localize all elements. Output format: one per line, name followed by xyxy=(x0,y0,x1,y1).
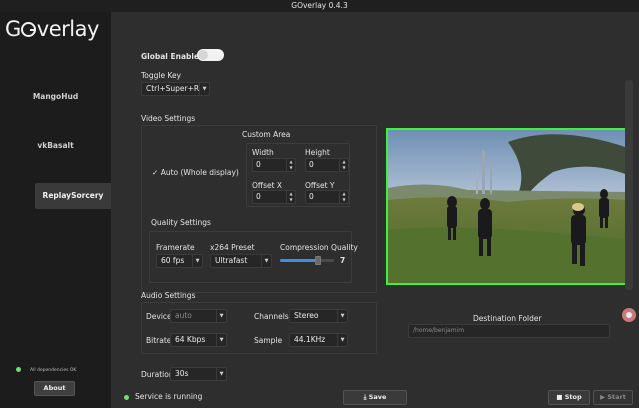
quality-settings-title: Quality Settings xyxy=(151,218,211,227)
start-button[interactable]: ▶ Start xyxy=(593,390,633,405)
save-icon: ⤓ xyxy=(363,393,367,401)
preset-label: x264 Preset xyxy=(210,243,255,252)
compression-slider[interactable] xyxy=(280,256,334,265)
bitrate-select[interactable]: 64 Kbps ▼ xyxy=(170,333,227,347)
edge-overlay-graphic xyxy=(622,80,636,322)
custom-area-title: Custom Area xyxy=(242,130,291,139)
destination-folder-input[interactable]: /home/benjamim xyxy=(408,324,610,338)
device-select[interactable]: auto ▼ xyxy=(170,309,227,323)
about-button[interactable]: About xyxy=(34,381,75,396)
toggle-key-label: Toggle Key xyxy=(141,71,182,80)
chevron-down-icon: ▼ xyxy=(216,310,226,322)
logo-ring-icon xyxy=(20,22,36,37)
chevron-down-icon: ▼ xyxy=(216,334,226,346)
offset-x-spinbox[interactable]: 0 ▲ ▼ xyxy=(252,190,296,204)
capture-preview-image xyxy=(386,128,630,285)
framerate-label: Framerate xyxy=(156,243,195,252)
height-spinbox[interactable]: 0 ▲ ▼ xyxy=(305,158,349,172)
sidebar-item-replaysorcery[interactable]: ReplaySorcery xyxy=(35,183,111,209)
chevron-down-icon: ▼ xyxy=(337,310,347,322)
width-spinbox[interactable]: 0 ▲ ▼ xyxy=(252,158,296,172)
spin-arrows-icon[interactable]: ▲ ▼ xyxy=(339,191,348,203)
stop-button[interactable]: ■ Stop xyxy=(548,390,590,405)
save-button[interactable]: ⤓ Save xyxy=(343,390,407,405)
offset-x-label: Offset X xyxy=(252,181,283,190)
status-ok-icon xyxy=(16,367,21,372)
sample-label: Sample xyxy=(254,336,283,345)
window-title: GOverlay 0.4.3 xyxy=(0,0,639,12)
compression-slider-fill xyxy=(280,259,318,262)
status-running-icon xyxy=(124,394,129,400)
spin-arrows-icon[interactable]: ▲ ▼ xyxy=(339,159,348,171)
preset-select[interactable]: Ultrafast ▼ xyxy=(210,254,272,268)
duration-label: Duration xyxy=(141,370,174,379)
destination-label: Destination Folder xyxy=(473,314,542,323)
channels-label: Channels xyxy=(254,312,289,321)
chevron-down-icon: ▼ xyxy=(199,83,209,95)
spin-arrows-icon[interactable]: ▲ ▼ xyxy=(286,159,295,171)
edge-overlay-strip xyxy=(619,60,639,330)
sidebar-item-mangohud[interactable]: MangoHud xyxy=(0,84,111,110)
global-enable-toggle[interactable] xyxy=(197,49,224,61)
chevron-down-icon: ▼ xyxy=(216,368,226,380)
sample-select[interactable]: 44.1KHz ▼ xyxy=(289,333,348,347)
bitrate-label: Bitrate xyxy=(146,336,172,345)
audio-settings-title: Audio Settings xyxy=(141,291,196,300)
sidebar-item-vkbasalt[interactable]: vkBasalt xyxy=(0,133,111,159)
width-label: Width xyxy=(252,148,274,157)
app-logo: Gverlay xyxy=(5,17,99,41)
offset-y-spinbox[interactable]: 0 ▲ ▼ xyxy=(305,190,349,204)
offset-y-label: Offset Y xyxy=(305,181,335,190)
main-panel: Global Enable Toggle Key Ctrl+Super+R ▼ V… xyxy=(111,12,639,408)
play-icon: ▶ xyxy=(600,393,606,401)
duration-select[interactable]: 30s ▼ xyxy=(170,367,227,381)
toggle-key-select[interactable]: Ctrl+Super+R ▼ xyxy=(141,82,210,96)
auto-whole-display-checkbox[interactable]: ✓ Auto (Whole display) xyxy=(152,168,239,177)
device-label: Device xyxy=(146,312,172,321)
stop-icon: ■ xyxy=(556,393,563,401)
video-settings-title: Video Settings xyxy=(141,114,196,123)
channels-select[interactable]: Stereo ▼ xyxy=(289,309,348,323)
chevron-down-icon: ▼ xyxy=(261,255,271,267)
chevron-down-icon: ▼ xyxy=(337,334,347,346)
global-enable-label: Global Enable xyxy=(141,52,200,61)
sidebar: Gverlay MangoHud vkBasalt ReplaySorcery … xyxy=(0,12,111,408)
chevron-down-icon: ▼ xyxy=(192,255,202,267)
check-icon: ✓ xyxy=(152,168,159,177)
framerate-select[interactable]: 60 fps ▼ xyxy=(156,254,203,268)
deps-status: All dependencies OK xyxy=(16,367,76,373)
compression-slider-handle[interactable] xyxy=(314,256,321,265)
spin-arrows-icon[interactable]: ▲ ▼ xyxy=(286,191,295,203)
preview-scene xyxy=(388,130,628,283)
service-status: Service is running xyxy=(124,392,202,401)
compression-label: Compression Quality xyxy=(280,243,358,252)
compression-value: 7 xyxy=(340,256,346,265)
height-label: Height xyxy=(305,148,330,157)
